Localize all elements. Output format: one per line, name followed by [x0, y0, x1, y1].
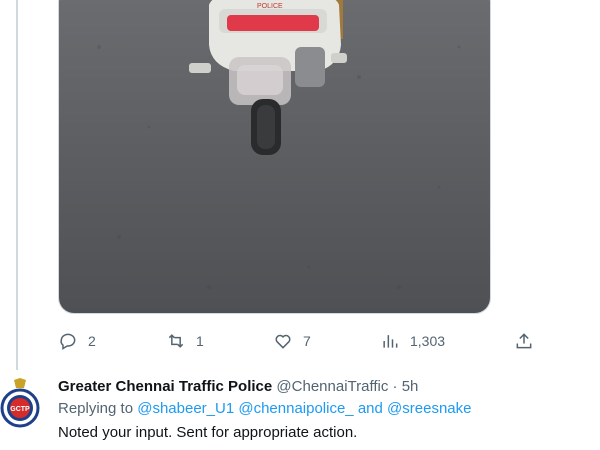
views-button[interactable]: 1,303	[380, 326, 445, 356]
retweet-icon	[168, 334, 184, 348]
views-icon	[383, 335, 398, 348]
separator-dot: ·	[392, 378, 398, 395]
retweet-count: 1	[196, 333, 204, 349]
like-button[interactable]: 7	[273, 326, 311, 356]
retweet-button[interactable]: 1	[166, 326, 204, 356]
author-name[interactable]: Greater Chennai Traffic Police	[58, 378, 272, 395]
tweet-media-image[interactable]: POLICE	[58, 0, 491, 314]
mention-link-3[interactable]: @sreesnake	[387, 400, 471, 417]
timestamp[interactable]: 5h	[402, 378, 419, 395]
reply-header: Greater Chennai Traffic Police @ChennaiT…	[58, 377, 590, 397]
replying-prefix: Replying to	[58, 400, 134, 417]
replying-to: Replying to @shabeer_U1 @chennaipolice_ …	[58, 399, 590, 419]
avatar-label: GCTP	[10, 406, 30, 413]
police-badge: POLICE	[257, 3, 283, 10]
tweet-action-bar: 2 1 7 1,303	[58, 326, 548, 356]
gctp-emblem-icon: GCTP	[0, 378, 40, 428]
reply-icon	[60, 333, 76, 350]
reply-body: Greater Chennai Traffic Police @ChennaiT…	[58, 372, 590, 443]
reply-button[interactable]: 2	[58, 326, 96, 356]
reply-count: 2	[88, 333, 96, 349]
author-handle[interactable]: @ChennaiTraffic	[276, 378, 388, 395]
views-count: 1,303	[410, 333, 446, 349]
like-icon	[275, 334, 291, 349]
mention-and: and	[357, 400, 383, 417]
tweet-text: Noted your input. Sent for appropriate a…	[58, 424, 358, 441]
mention-link-1[interactable]: @shabeer_U1	[137, 400, 234, 417]
like-count: 7	[303, 333, 311, 349]
mention-link-2[interactable]: @chennaipolice_	[238, 400, 353, 417]
share-button[interactable]	[514, 326, 534, 356]
share-icon	[516, 333, 532, 349]
thread-line	[16, 0, 18, 370]
scooter-photo: POLICE	[59, 0, 490, 313]
reply-tweet[interactable]: GCTP Greater Chennai Traffic Police @Che…	[0, 372, 600, 450]
avatar[interactable]: GCTP	[0, 378, 40, 428]
